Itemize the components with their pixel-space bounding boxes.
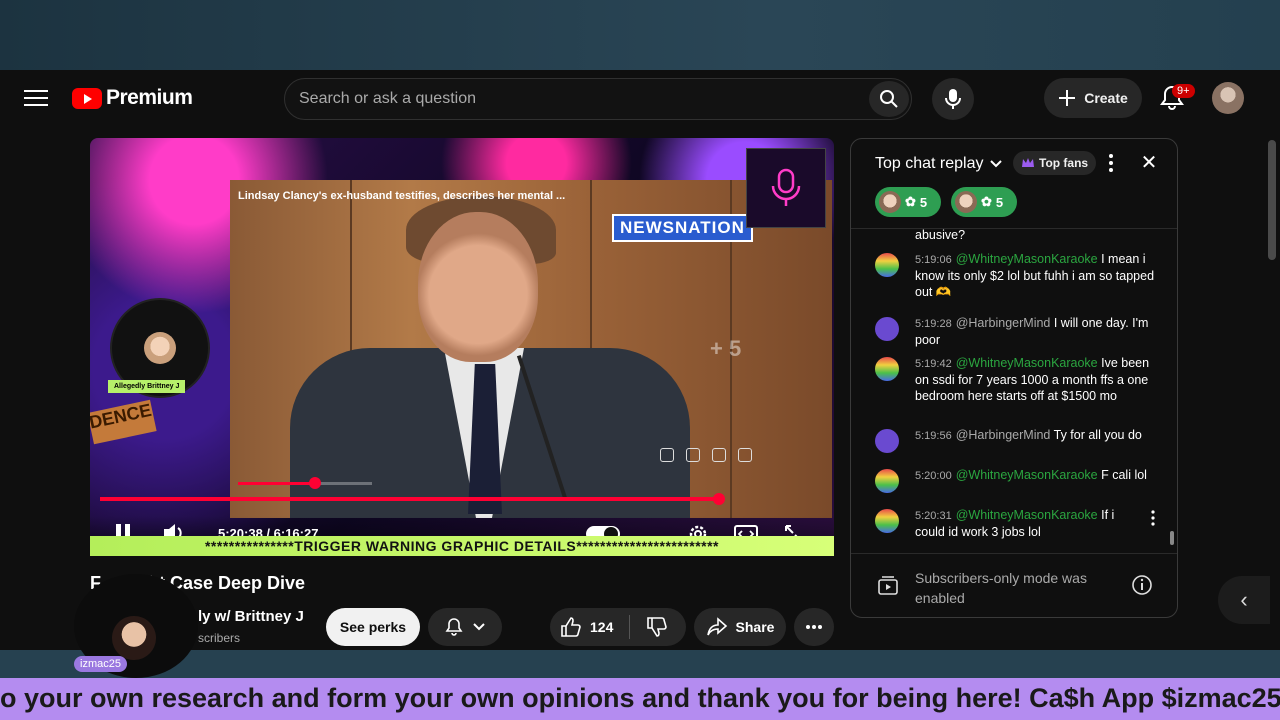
- webcam-label: Allegedly Brittney J: [108, 380, 186, 393]
- create-button[interactable]: Create: [1044, 78, 1142, 118]
- embedded-progress-handle: [309, 477, 321, 489]
- create-label: Create: [1084, 90, 1128, 106]
- share-button[interactable]: Share: [694, 608, 786, 646]
- info-icon[interactable]: [1131, 574, 1153, 596]
- gift-icon: ✿: [905, 194, 916, 209]
- chat-message-list[interactable]: abusive? 5:19:06 @WhitneyMasonKaraoke I m…: [851, 229, 1167, 553]
- channel-name[interactable]: ly w/ Brittney J: [198, 608, 304, 625]
- close-chat-button[interactable]: ✕: [1137, 151, 1161, 175]
- stream-bottom-strip: [0, 650, 1280, 678]
- user-avatar: [875, 253, 899, 277]
- streamer-overlay-face: [112, 616, 156, 660]
- user-avatar: [875, 469, 899, 493]
- seek-bar-handle[interactable]: [713, 493, 725, 505]
- more-actions-button[interactable]: [794, 608, 834, 646]
- user-avatar: [875, 317, 899, 341]
- ticker-text: o your own research and form your own op…: [0, 683, 1280, 713]
- youtube-app: Premium Create 9+ Lindsay Clancy's ex-hu…: [0, 70, 1280, 650]
- search-button[interactable]: [869, 81, 909, 117]
- account-avatar[interactable]: [1212, 82, 1244, 114]
- subscribers-only-notice: Subscribers-only mode was enabled: [915, 570, 1087, 606]
- streamer-name-label: izmac25: [74, 656, 127, 672]
- newsnation-logo: NEWSNATION: [612, 214, 753, 242]
- stream-top-band: [0, 0, 1280, 70]
- voice-search-button[interactable]: [932, 78, 974, 120]
- like-icon[interactable]: [560, 616, 582, 638]
- youtube-play-icon: [72, 87, 102, 109]
- chat-footer: Subscribers-only mode was enabled: [851, 553, 1177, 617]
- gift-icon: ✿: [981, 194, 992, 209]
- dislike-icon[interactable]: [646, 616, 668, 638]
- more-vertical-icon[interactable]: [1101, 151, 1121, 175]
- search-box[interactable]: [284, 78, 912, 120]
- more-items-indicator: + 5: [710, 336, 742, 361]
- user-avatar: [875, 509, 899, 533]
- chevron-left-icon[interactable]: ‹: [1218, 576, 1270, 624]
- microphone-icon: [945, 89, 961, 109]
- podcast-mic-icon: [771, 168, 801, 206]
- bell-icon: [445, 618, 463, 636]
- notification-count-badge: 9+: [1172, 84, 1195, 98]
- like-count: 124: [590, 619, 614, 635]
- news-lower-third: Lindsay Clancy's ex-husband testifies, d…: [238, 190, 566, 202]
- youtube-premium-logo[interactable]: Premium: [72, 86, 193, 110]
- crown-icon: [1022, 158, 1034, 167]
- page-scrollbar[interactable]: [1268, 140, 1276, 260]
- witness-head: [418, 212, 538, 362]
- thumbs-up-icon: [660, 448, 674, 462]
- message-menu-icon[interactable]: [1149, 509, 1157, 527]
- fan-avatar: [879, 191, 901, 213]
- embedded-progress-fill: [238, 482, 309, 485]
- brand-text: Premium: [106, 86, 193, 109]
- trigger-warning-banner: ***************TRIGGER WARNING GRAPHIC D…: [90, 536, 834, 556]
- plus-icon: [1059, 90, 1076, 106]
- search-input[interactable]: [299, 87, 859, 111]
- user-avatar: [875, 429, 899, 453]
- video-player[interactable]: Lindsay Clancy's ex-husband testifies, d…: [90, 138, 834, 556]
- fan-avatar: [955, 191, 977, 213]
- top-fan-badge[interactable]: ✿ 5: [951, 187, 1017, 217]
- notification-settings-button[interactable]: [428, 608, 502, 646]
- more-horizontal-icon: [806, 625, 822, 629]
- search-icon: [880, 90, 898, 108]
- seek-bar-fill[interactable]: [100, 497, 719, 501]
- top-fan-badge[interactable]: ✿ 5: [875, 187, 941, 217]
- chevron-down-icon: [473, 623, 485, 631]
- podcast-logo: [746, 148, 826, 228]
- user-avatar: [875, 357, 899, 381]
- heart-hands-emoji: 🫶: [935, 285, 952, 299]
- share-icon: [706, 617, 727, 636]
- comment-icon: [712, 448, 726, 462]
- chat-mode-dropdown[interactable]: Top chat replay: [875, 155, 984, 173]
- see-perks-button[interactable]: See perks: [326, 608, 420, 646]
- menu-icon[interactable]: [20, 86, 52, 110]
- share-arrow-icon: [738, 448, 752, 462]
- chat-scrollbar-thumb[interactable]: [1170, 531, 1174, 545]
- thumbs-down-icon: [686, 448, 700, 462]
- live-chat-panel: Top chat replay Top fans ✕ ✿ 5 ✿ 5 abusive…: [850, 138, 1178, 618]
- subscribers-mode-icon: [878, 576, 898, 595]
- streamer-face: [144, 332, 176, 364]
- ticker-banner: o your own research and form your own op…: [0, 678, 1280, 720]
- like-dislike-group: 124: [550, 608, 686, 646]
- subscriber-count: scribers: [198, 631, 241, 645]
- chat-header: Top chat replay Top fans ✕ ✿ 5 ✿ 5: [851, 139, 1177, 229]
- top-fans-button[interactable]: Top fans: [1013, 151, 1097, 175]
- chevron-down-icon[interactable]: [989, 157, 1003, 171]
- embedded-video-actions: [660, 448, 752, 462]
